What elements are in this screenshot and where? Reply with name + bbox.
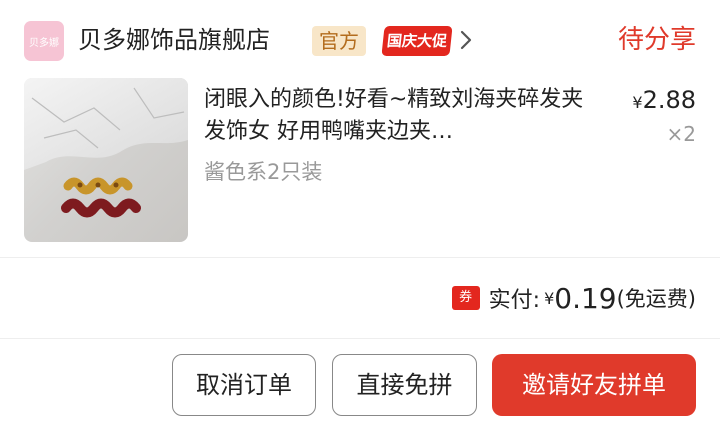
price-value: 2.88 (642, 86, 696, 114)
order-status: 待分享 (617, 25, 696, 55)
shop-logo-text: 贝多娜 (29, 37, 59, 49)
cancel-order-button[interactable]: 取消订单 (172, 354, 316, 416)
paid-amount: 0.19 (554, 281, 617, 315)
invite-friends-button[interactable]: 邀请好友拼单 (492, 354, 696, 416)
shop-logo[interactable]: 贝多娜 (24, 21, 64, 61)
product-title[interactable]: 闭眼入的颜色!好看~精致刘海夹碎发夹发饰女 好用鸭嘴夹边夹… (204, 84, 602, 148)
product-price: ¥2.88 (632, 84, 696, 119)
product-sku: 酱色系2只装 (204, 160, 323, 184)
price-currency: ¥ (632, 93, 643, 112)
shop-name[interactable]: 贝多娜饰品旗舰店 (78, 23, 270, 57)
official-badge: 官方 (312, 26, 366, 56)
paid-label: 实付: (488, 288, 541, 313)
promo-badge: 国庆大促 (381, 26, 453, 56)
product-quantity: ×2 (666, 122, 696, 146)
coupon-icon: 券 (451, 286, 480, 310)
paid-currency: ¥ (544, 288, 555, 308)
chevron-right-icon[interactable] (459, 28, 473, 57)
shipping-note: (免运费) (616, 287, 696, 311)
paid-summary: 券 实付: ¥ 0.19 (免运费) (451, 280, 696, 316)
direct-exempt-button[interactable]: 直接免拼 (332, 354, 477, 416)
divider (0, 257, 720, 258)
product-image[interactable] (24, 78, 188, 242)
shop-header[interactable]: 贝多娜 贝多娜饰品旗舰店 官方 国庆大促 待分享 (0, 0, 720, 78)
divider (0, 338, 720, 339)
